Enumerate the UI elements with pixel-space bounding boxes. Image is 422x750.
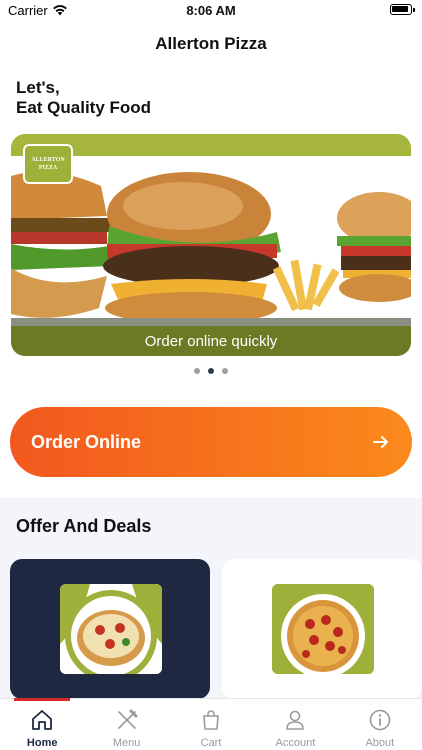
- tab-label: Account: [275, 737, 316, 749]
- tab-label: Cart: [200, 737, 222, 749]
- banner-caption: Order online quickly: [144, 333, 278, 350]
- offers-title: Offer And Deals: [16, 516, 152, 536]
- status-bar: Carrier 8:06 AM: [0, 0, 422, 22]
- battery-icon: [390, 4, 415, 15]
- tab-account[interactable]: Account: [253, 699, 337, 750]
- greeting: Let's, Eat Quality Food: [16, 78, 151, 118]
- carousel-dot[interactable]: [222, 368, 228, 374]
- fork-knife-icon: [117, 709, 138, 729]
- bag-icon: [203, 710, 219, 730]
- tab-label: Menu: [112, 737, 141, 749]
- order-online-button[interactable]: Order Online: [10, 407, 412, 477]
- tab-about[interactable]: About: [338, 699, 422, 750]
- clock: 8:06 AM: [186, 3, 236, 18]
- carousel-dot[interactable]: [194, 368, 200, 374]
- pizza-image: [60, 584, 162, 674]
- offer-image: [272, 584, 374, 674]
- tab-menu[interactable]: Menu: [84, 699, 168, 750]
- tab-label: Home: [26, 737, 58, 749]
- carousel-dot-active[interactable]: [208, 368, 214, 374]
- order-online-label: Order Online: [31, 431, 142, 452]
- home-icon: [32, 710, 53, 730]
- offer-image: [60, 584, 162, 674]
- promo-banner[interactable]: ALLERTON PIZZA Order online quickly: [11, 134, 411, 356]
- tab-home[interactable]: Home: [0, 698, 84, 750]
- info-icon: [369, 709, 391, 731]
- person-icon: [286, 710, 305, 730]
- app-title: Allerton Pizza: [155, 34, 267, 53]
- arrow-right-icon: [373, 436, 388, 448]
- greeting-line-1: Let's,: [16, 78, 60, 97]
- greeting-line-2: Eat Quality Food: [16, 98, 152, 117]
- carousel-dots: [0, 368, 422, 374]
- tab-bar: Home Menu Cart Account About: [0, 698, 422, 750]
- brand-logo: ALLERTON PIZZA: [23, 144, 73, 184]
- tab-cart[interactable]: Cart: [169, 699, 253, 750]
- pizza-image: [272, 584, 374, 674]
- tab-label: About: [365, 737, 395, 749]
- offer-card[interactable]: [10, 559, 210, 699]
- offer-card[interactable]: [222, 559, 422, 699]
